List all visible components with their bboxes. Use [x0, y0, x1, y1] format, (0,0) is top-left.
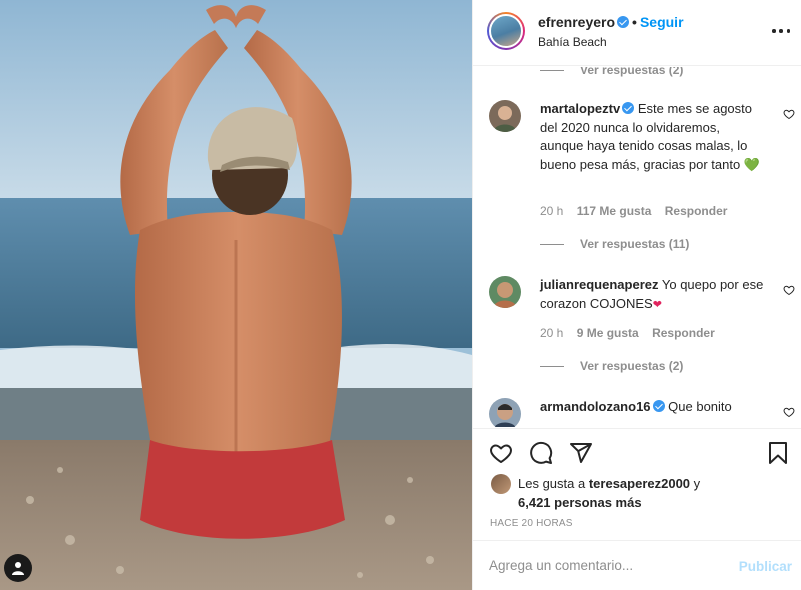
post-actions: Les gusta a teresaperez2000 y 6,421 pers…: [473, 428, 801, 588]
comment-likes[interactable]: 9 Me gusta: [577, 326, 639, 340]
comment-input[interactable]: [489, 553, 719, 577]
commenter-username[interactable]: julianrequenaperez: [540, 277, 658, 292]
comment-likes[interactable]: 117 Me gusta: [577, 204, 652, 218]
reply-button[interactable]: Responder: [652, 326, 715, 340]
comment-body: armandolozano16 Que bonito: [540, 398, 765, 417]
tagged-users-icon[interactable]: [4, 554, 32, 582]
follow-button[interactable]: Seguir: [640, 14, 684, 30]
commenter-username[interactable]: armandolozano16: [540, 399, 651, 414]
more-horizontal-icon[interactable]: [772, 22, 790, 40]
comment-body: martalopeztv Este mes se agosto del 2020…: [540, 100, 765, 174]
commenter-avatar[interactable]: [489, 276, 521, 308]
green-heart-emoji: 💚: [743, 156, 760, 172]
dot-separator: •: [632, 14, 637, 30]
commenter-avatar[interactable]: [489, 100, 521, 132]
bookmark-icon[interactable]: [766, 441, 790, 465]
comment-meta: 20 h 117 Me gusta Responder: [540, 204, 737, 218]
liker-username[interactable]: teresaperez2000: [589, 476, 690, 491]
post-timestamp[interactable]: HACE 20 HORAS: [490, 518, 573, 529]
red-heart-emoji: ❤: [652, 298, 662, 311]
like-comment-heart-icon[interactable]: [783, 406, 795, 418]
verified-badge-icon: [652, 400, 665, 412]
publish-button[interactable]: Publicar: [739, 559, 792, 574]
share-icon[interactable]: [569, 441, 593, 465]
commenter-username[interactable]: martalopeztv: [540, 101, 620, 116]
likes-summary: Les gusta a teresaperez2000 y 6,421 pers…: [491, 474, 700, 512]
comment-icon[interactable]: [529, 441, 553, 465]
author-line: efrenreyero • Seguir: [538, 14, 684, 30]
verified-badge-icon: [622, 102, 635, 114]
author-avatar[interactable]: [487, 12, 525, 50]
reply-button[interactable]: Responder: [665, 204, 728, 218]
comment-body: julianrequenaperez Yo quepo por ese cora…: [540, 276, 765, 314]
commenter-avatar[interactable]: [489, 398, 521, 427]
like-comment-heart-icon[interactable]: [783, 284, 795, 296]
post-location[interactable]: Bahía Beach: [538, 35, 607, 49]
likes-others-link[interactable]: 6,421 personas más: [518, 495, 642, 510]
comment-time[interactable]: 20 h: [540, 204, 563, 218]
add-comment-bar: Publicar: [473, 540, 801, 590]
likes-text: Les gusta a teresaperez2000 y 6,421 pers…: [518, 476, 701, 510]
heart-icon[interactable]: [489, 441, 513, 465]
author-username[interactable]: efrenreyero: [538, 14, 615, 30]
view-replies-link[interactable]: Ver respuestas (2): [540, 359, 683, 373]
comment-time[interactable]: 20 h: [540, 326, 563, 340]
post-header: efrenreyero • Seguir Bahía Beach: [473, 0, 801, 66]
liker-avatar[interactable]: [491, 474, 511, 494]
view-replies-link[interactable]: Ver respuestas (11): [540, 237, 689, 251]
post-photo[interactable]: [0, 0, 472, 590]
verified-badge-icon: [617, 16, 630, 28]
view-replies-link[interactable]: Ver respuestas (2): [540, 67, 683, 77]
comment-meta: 20 h 9 Me gusta Responder: [540, 326, 725, 340]
post-details-panel: efrenreyero • Seguir Bahía Beach Ver respu…: [472, 0, 801, 590]
like-comment-heart-icon[interactable]: [783, 108, 795, 120]
comment-text: Que bonito: [668, 399, 732, 414]
beach-photo: [0, 0, 472, 590]
comments-list[interactable]: Ver respuestas (2) martalopeztv Este mes…: [473, 67, 801, 427]
